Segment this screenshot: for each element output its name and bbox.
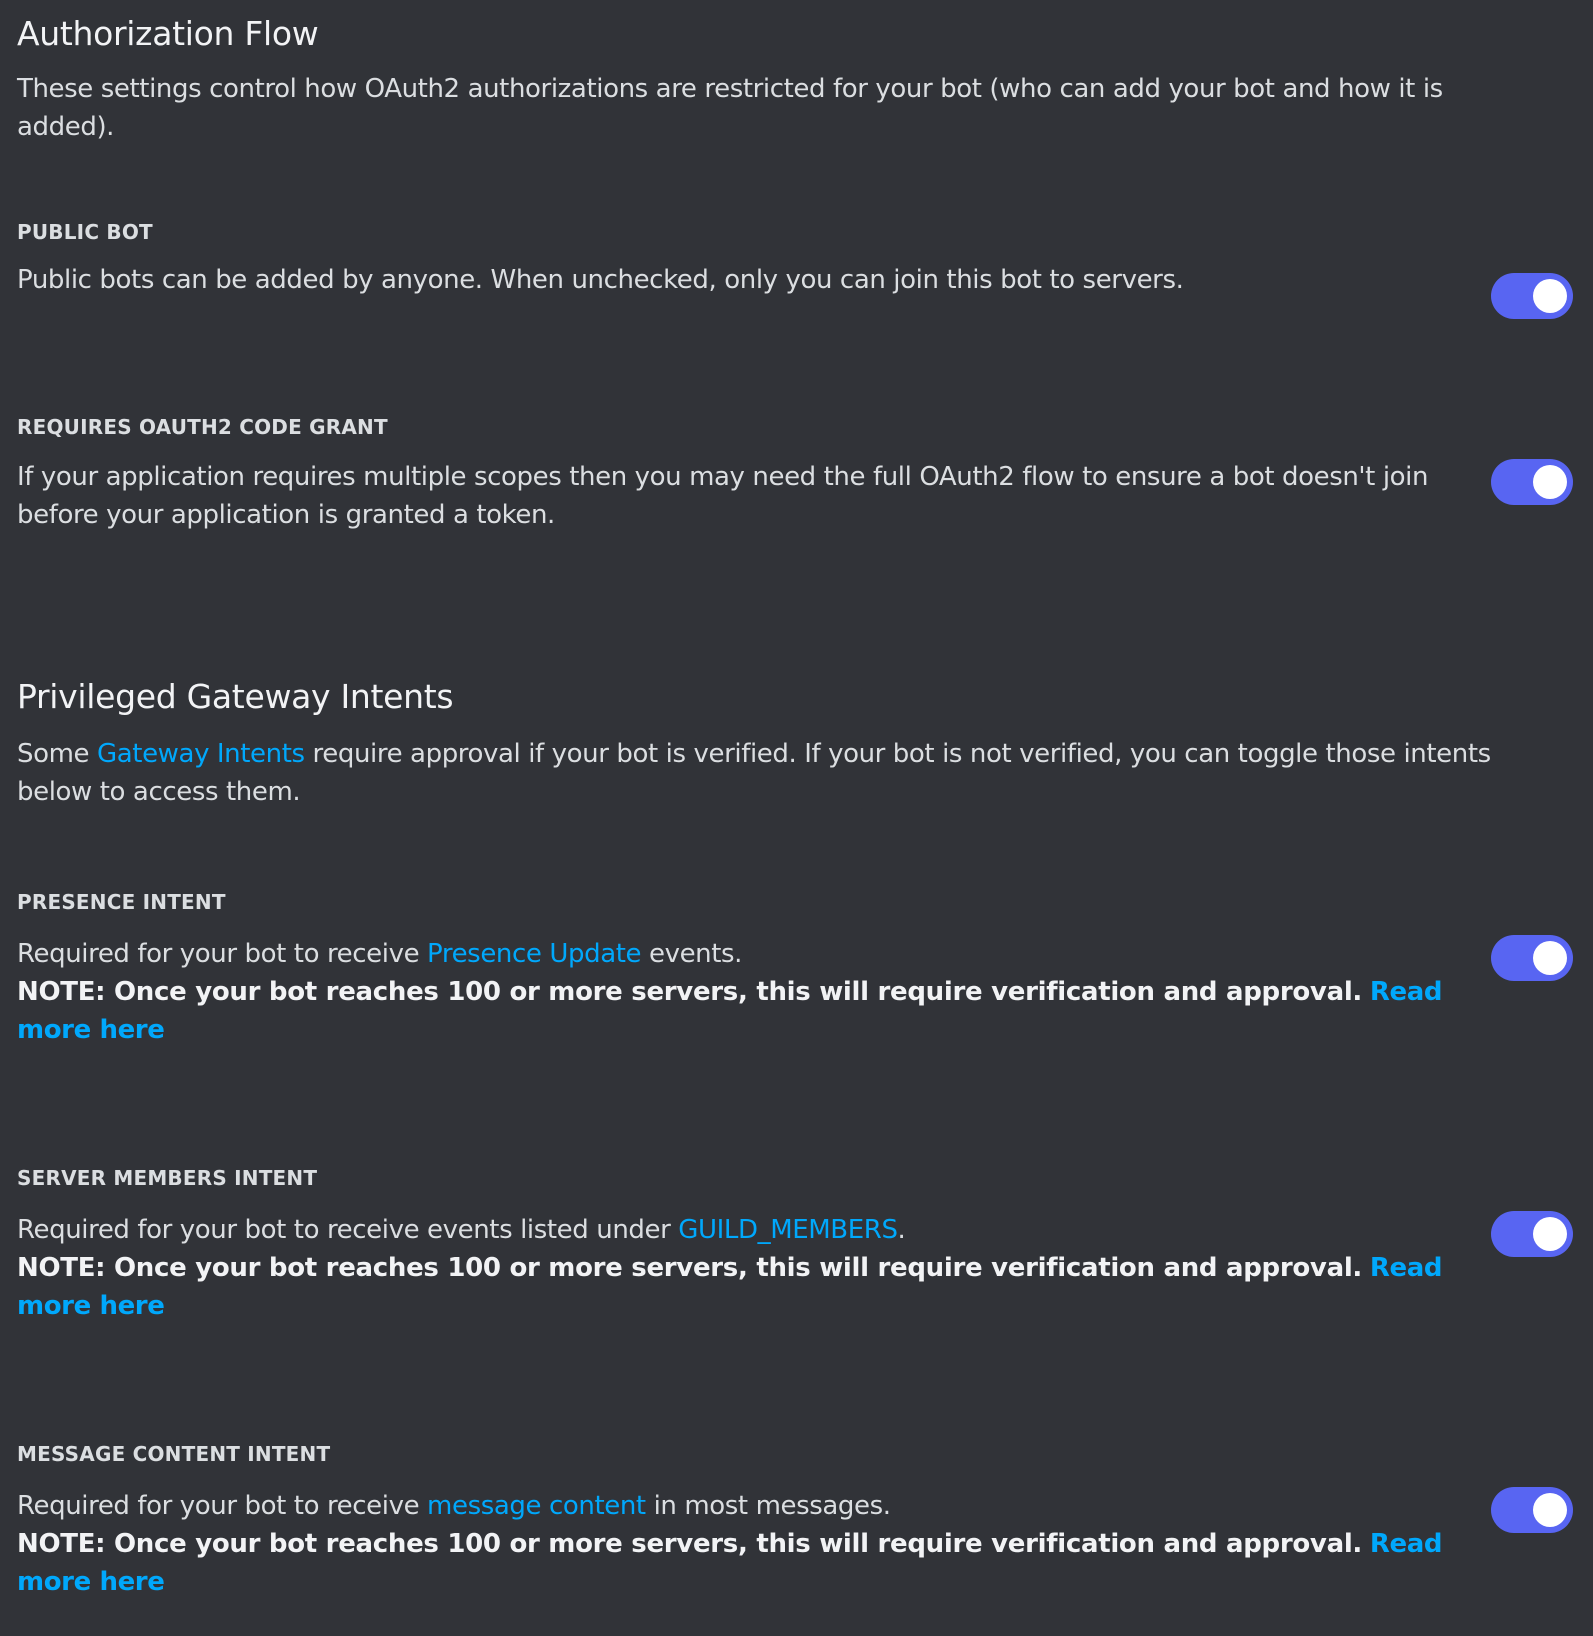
server-members-intent-label: SERVER MEMBERS INTENT (17, 1166, 318, 1190)
message-content-note: NOTE: Once your bot reaches 100 or more … (17, 1529, 1363, 1559)
authorization-flow-description: These settings control how OAuth2 author… (17, 74, 1443, 142)
server-members-intent-toggle[interactable] (1491, 1211, 1573, 1257)
message-content-desc-prefix: Required for your bot to receive (17, 1491, 428, 1521)
toggle-knob (1533, 465, 1567, 499)
message-content-intent-label: MESSAGE CONTENT INTENT (17, 1442, 331, 1466)
presence-intent-label: PRESENCE INTENT (17, 890, 226, 914)
requires-code-grant-toggle[interactable] (1491, 459, 1573, 505)
public-bot-description: Public bots can be added by anyone. When… (17, 265, 1184, 295)
server-members-intent-description: Required for your bot to receive events … (17, 1211, 1447, 1325)
presence-update-link[interactable]: Presence Update (427, 939, 641, 969)
toggle-knob (1533, 941, 1567, 975)
requires-code-grant-description: If your application requires multiple sc… (17, 462, 1429, 530)
message-content-intent-description: Required for your bot to receive message… (17, 1487, 1447, 1601)
toggle-knob (1533, 1217, 1567, 1251)
authorization-flow-heading: Authorization Flow (17, 14, 319, 53)
server-members-note: NOTE: Once your bot reaches 100 or more … (17, 1253, 1363, 1283)
guild-members-link[interactable]: GUILD_MEMBERS (678, 1215, 898, 1245)
message-content-desc-suffix: in most messages. (645, 1491, 891, 1521)
presence-desc-suffix: events. (641, 939, 743, 969)
presence-desc-prefix: Required for your bot to receive (17, 939, 428, 969)
public-bot-toggle[interactable] (1491, 273, 1573, 319)
public-bot-label: PUBLIC BOT (17, 220, 153, 244)
server-members-desc-suffix: . (897, 1215, 906, 1245)
toggle-knob (1533, 279, 1567, 313)
presence-intent-toggle[interactable] (1491, 935, 1573, 981)
presence-note: NOTE: Once your bot reaches 100 or more … (17, 977, 1363, 1007)
gateway-intents-link[interactable]: Gateway Intents (97, 739, 305, 769)
presence-intent-description: Required for your bot to receive Presenc… (17, 935, 1447, 1049)
requires-code-grant-label: REQUIRES OAUTH2 CODE GRANT (17, 415, 388, 439)
message-content-intent-toggle[interactable] (1491, 1487, 1573, 1533)
privileged-intents-description: Some Gateway Intents require approval if… (17, 735, 1517, 811)
intents-desc-prefix: Some (17, 739, 97, 769)
server-members-desc-prefix: Required for your bot to receive events … (17, 1215, 679, 1245)
toggle-knob (1533, 1493, 1567, 1527)
message-content-link[interactable]: message content (427, 1491, 646, 1521)
privileged-intents-heading: Privileged Gateway Intents (17, 677, 454, 716)
